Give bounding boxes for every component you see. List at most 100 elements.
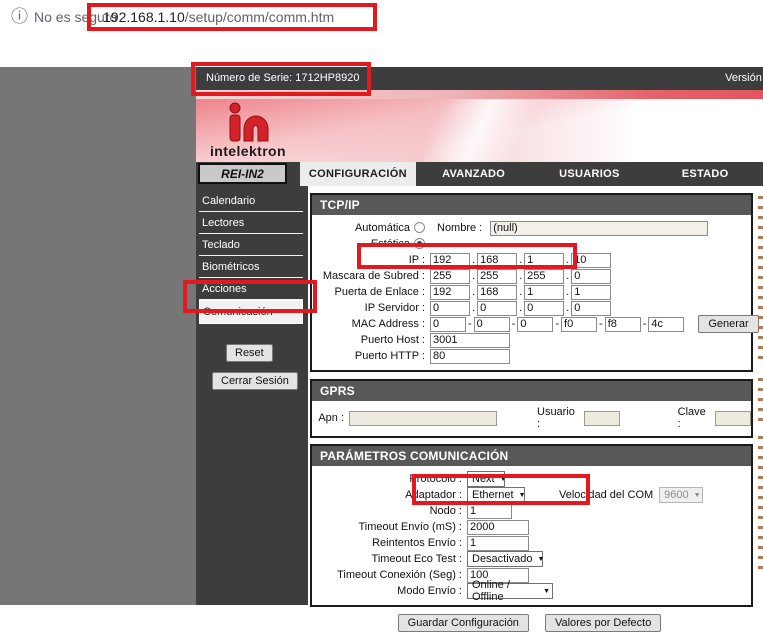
timeout-send-label: Timeout Envío (mS) : [312,521,462,533]
mac-byte-input[interactable] [561,317,597,332]
header-gradient-band [196,90,763,99]
mac-byte-input[interactable] [648,317,684,332]
chevron-down-icon: ▼ [694,492,701,499]
server-octet-input[interactable] [477,301,517,316]
nombre-input[interactable] [490,221,708,236]
main-nav-bar: REI-IN2 CONFIGURACIÓN AVANZADO USUARIOS … [196,162,763,186]
info-icon[interactable]: ⓘ [11,7,28,27]
conn-timeout-label: Timeout Conexión (Seg) : [312,569,462,581]
send-mode-select[interactable]: Online / Offline▼ [467,583,553,599]
timeout-send-input[interactable] [467,520,529,535]
defaults-button[interactable]: Valores por Defecto [545,614,661,632]
version-label: Versión d [725,72,763,84]
node-input[interactable] [467,504,512,519]
node-label: Nodo : [312,505,462,517]
mask-octet-input[interactable] [477,269,517,284]
serial-number-label: Número de Serie: 1712HP8920 [206,72,359,84]
server-octet-input[interactable] [571,301,611,316]
logout-button[interactable]: Cerrar Sesión [212,372,298,390]
mac-byte-input[interactable] [517,317,553,332]
server-ip-label: IP Servidor : [312,302,425,314]
automatica-radio[interactable] [414,222,425,233]
tab-usuarios[interactable]: USUARIOS [532,162,648,186]
adapter-label: Adaptador : [312,489,462,501]
clipped-help-text [758,196,763,361]
gprs-user-input[interactable] [584,411,620,426]
ip-label: IP : [312,254,425,266]
mask-octet-input[interactable] [524,269,564,284]
send-mode-label: Modo Envío : [312,585,462,597]
intelektron-logo: intelektron [210,101,320,159]
logo-wordmark: intelektron [210,143,320,159]
dot-separator: . [519,302,522,314]
server-octet-input[interactable] [524,301,564,316]
gprs-key-label: Clave : [678,406,710,430]
mask-octet-input[interactable] [430,269,470,284]
sidebar-item-comunicacion[interactable]: Comunicación [199,300,303,324]
device-web-ui: Número de Serie: 1712HP8920 Versión d in… [196,67,763,605]
http-port-input[interactable] [430,349,510,364]
chevron-down-icon: ▼ [538,556,545,563]
apn-input[interactable] [349,411,497,426]
generate-mac-button[interactable]: Generar [698,315,758,333]
mac-byte-input[interactable] [605,317,641,332]
gateway-octet-input[interactable] [477,285,517,300]
url-host: 192.168.1.10 [103,9,185,25]
dot-separator: . [472,254,475,266]
sidebar-item-acciones[interactable]: Acciones [199,278,303,300]
gateway-label: Puerta de Enlace : [312,286,425,298]
gprs-key-input[interactable] [715,411,751,426]
eco-test-select[interactable]: Desactivado▼ [467,551,543,567]
dash-separator: - [599,318,603,330]
nombre-label: Nombre : [437,222,482,234]
url-path: /setup/comm/comm.htm [185,9,334,25]
mask-octet-input[interactable] [571,269,611,284]
retries-label: Reintentos Envío : [312,537,462,549]
dot-separator: . [566,254,569,266]
ip-octet-input[interactable] [524,253,564,268]
host-port-label: Puerto Host : [312,334,425,346]
ip-octet-input[interactable] [571,253,611,268]
dot-separator: . [566,286,569,298]
reset-button[interactable]: Reset [226,344,273,362]
dot-separator: . [566,270,569,282]
sidebar-item-calendario[interactable]: Calendario [199,190,303,212]
mac-byte-input[interactable] [474,317,510,332]
mask-label: Mascara de Subred : [312,270,425,282]
gateway-octet-input[interactable] [571,285,611,300]
protocol-select[interactable]: Next▼ [467,471,505,487]
dash-separator: - [555,318,559,330]
ip-octet-input[interactable] [430,253,470,268]
tab-estado[interactable]: ESTADO [647,162,763,186]
comm-params-section-header: PARÁMETROS COMUNICACIÓN [312,446,751,466]
tab-avanzado[interactable]: AVANZADO [416,162,532,186]
com-speed-select: 9600▼ [659,487,703,503]
protocol-label: Protocolo : [312,473,462,485]
http-port-label: Puerto HTTP : [312,350,425,362]
adapter-select[interactable]: Ethernet▼ [467,487,525,503]
comm-params-section: PARÁMETROS COMUNICACIÓN Protocolo : Next… [310,444,753,607]
mac-byte-input[interactable] [430,317,466,332]
gateway-octet-input[interactable] [430,285,470,300]
retries-input[interactable] [467,536,529,551]
main-content: TCP/IP Automática Nombre : Estática IP :… [308,186,763,605]
chevron-down-icon: ▼ [500,476,507,483]
chevron-down-icon: ▼ [543,588,550,595]
ip-octet-input[interactable] [477,253,517,268]
sidebar-item-teclado[interactable]: Teclado [199,234,303,256]
dot-separator: . [566,302,569,314]
sidebar-item-biometricos[interactable]: Biométricos [199,256,303,278]
tab-configuracion[interactable]: CONFIGURACIÓN [300,162,416,186]
dash-separator: - [468,318,472,330]
save-config-button[interactable]: Guardar Configuración [398,614,529,632]
gateway-octet-input[interactable] [524,285,564,300]
estatica-label: Estática [312,238,425,250]
estatica-radio[interactable] [414,238,425,249]
device-model-button[interactable]: REI-IN2 [198,163,287,184]
host-port-input[interactable] [430,333,510,348]
server-octet-input[interactable] [430,301,470,316]
url-text[interactable]: 192.168.1.10/setup/comm/comm.htm [103,9,334,25]
sidebar-item-lectores[interactable]: Lectores [199,212,303,234]
clipped-help-text [758,378,763,426]
logo-banner: intelektron [196,99,763,162]
